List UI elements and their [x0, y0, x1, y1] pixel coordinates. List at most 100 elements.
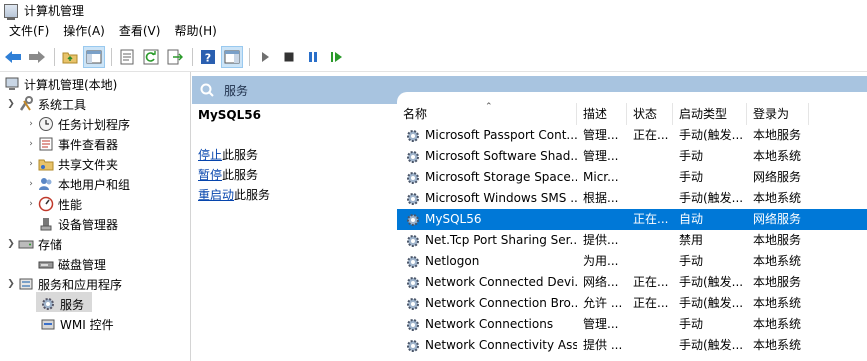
chevron-right-icon[interactable]: › — [24, 159, 38, 169]
cell-status — [627, 167, 673, 188]
restart-icon[interactable] — [326, 46, 348, 68]
cell-startup-type: 手动 — [679, 317, 704, 331]
stop-link[interactable]: 停止 — [198, 148, 222, 162]
chevron-right-icon[interactable]: › — [24, 199, 38, 209]
cell-startup-type: 手动(触发... — [679, 275, 744, 289]
column-header-status[interactable]: 状态 — [627, 103, 673, 125]
cell-log-on-as: 本地系统 — [753, 191, 802, 205]
computer-management-icon — [4, 3, 18, 20]
pause-link[interactable]: 暂停 — [198, 168, 222, 182]
cell-startup-type: 手动 — [679, 149, 704, 163]
forward-arrow-icon[interactable] — [26, 46, 48, 68]
tree-item-system-tools[interactable]: ❯ 系统工具 — [4, 94, 86, 114]
cell-status — [627, 146, 673, 167]
toolbar: ? — [0, 42, 867, 72]
menu-help[interactable]: 帮助(H) — [167, 21, 223, 42]
pause-service-action: 暂停此服务 — [198, 165, 391, 185]
computer-management-icon — [4, 76, 20, 92]
cell-log-on-as: 本地服务 — [753, 128, 802, 142]
chevron-right-icon[interactable]: › — [24, 139, 38, 149]
tree-item-local-users[interactable]: › 本地用户和组 — [24, 174, 130, 194]
column-header-log-on-as[interactable]: 登录为 — [747, 103, 809, 125]
cell-log-on-as: 本地系统 — [753, 338, 802, 352]
tree-item-task-scheduler[interactable]: › 任务计划程序 — [24, 114, 130, 134]
tree-item-performance[interactable]: › 性能 — [24, 194, 82, 214]
table-row[interactable]: Microsoft Storage Space... Micr... 手动 网络服务 — [397, 167, 867, 188]
cell-log-on-as: 本地系统 — [753, 149, 802, 163]
tree-item-wmi-control[interactable]: WMI 控件 — [40, 314, 114, 334]
tree-label: 设备管理器 — [58, 217, 119, 232]
tree-item-event-viewer[interactable]: › 事件查看器 — [24, 134, 118, 154]
cell-description: 提供 ... — [583, 338, 623, 352]
action-suffix: 此服务 — [222, 148, 259, 162]
chevron-right-icon[interactable]: › — [24, 119, 38, 129]
tree-item-root[interactable]: 计算机管理(本地) — [4, 74, 117, 94]
table-row[interactable]: Network Connectivity Ass... 提供 ... 手动(触发..… — [397, 335, 867, 356]
refresh-icon[interactable] — [140, 46, 162, 68]
wmi-icon — [40, 316, 56, 332]
cell-startup-type: 自动 — [679, 212, 704, 226]
chevron-right-icon[interactable]: › — [24, 179, 38, 189]
folder-up-icon[interactable] — [59, 46, 81, 68]
table-row[interactable]: Microsoft Passport Cont... 管理... 正在... 手动(触… — [397, 125, 867, 146]
service-gear-icon — [405, 149, 425, 165]
table-row[interactable]: Net.Tcp Port Sharing Ser... 提供... 禁用 本地服务 — [397, 230, 867, 251]
tree-item-disk-management[interactable]: 磁盘管理 — [38, 254, 106, 274]
navigation-tree: 计算机管理(本地) ❯ 系统工具 › 任务计划程序 › 事件查看器 › 共享文件… — [0, 72, 191, 361]
action-pane-icon[interactable] — [221, 45, 243, 68]
table-row[interactable]: Network Connected Devi... 网络... 正在... 手动(触发… — [397, 272, 867, 293]
console-tree-icon[interactable] — [83, 45, 105, 68]
pause-icon[interactable] — [302, 46, 324, 68]
cell-description: 网络... — [583, 275, 619, 289]
export-icon[interactable] — [164, 46, 186, 68]
cell-status — [627, 335, 673, 356]
stop-icon[interactable] — [278, 46, 300, 68]
table-row[interactable]: Microsoft Software Shad... 管理... 手动 本地系统 — [397, 146, 867, 167]
cell-description: 根据... — [583, 191, 619, 205]
table-row[interactable]: MySQL56 正在... 自动 网络服务 — [397, 209, 867, 230]
back-arrow-icon[interactable] — [2, 46, 24, 68]
tree-label: WMI 控件 — [60, 317, 114, 332]
tree-item-services[interactable]: 服务 — [40, 294, 84, 314]
cell-status — [627, 314, 673, 335]
svg-text:?: ? — [205, 51, 211, 64]
tree-label: 事件查看器 — [58, 137, 119, 152]
tree-item-shared-folders[interactable]: › 共享文件夹 — [24, 154, 118, 174]
cell-description: 管理... — [583, 317, 619, 331]
users-icon — [38, 176, 54, 192]
service-description-panel: MySQL56 停止此服务 暂停此服务 重启动此服务 — [192, 104, 397, 361]
column-header-description[interactable]: 描述 — [577, 103, 627, 125]
tree-label: 服务 — [60, 297, 85, 312]
column-header-name[interactable]: ⌃ 名称 — [397, 102, 577, 125]
tree-item-services-and-apps[interactable]: ❯ 服务和应用程序 — [4, 274, 122, 294]
cell-name: Net.Tcp Port Sharing Ser... — [397, 230, 577, 251]
table-row[interactable]: Network Connection Bro... 允许 ... 正在... 手动(触… — [397, 293, 867, 314]
cell-status — [627, 188, 673, 209]
table-row[interactable]: Netlogon 为用... 手动 本地系统 — [397, 251, 867, 272]
gear-icon — [40, 296, 56, 312]
restart-link[interactable]: 重启动 — [198, 188, 234, 202]
service-name-label: Microsoft Software Shad... — [425, 149, 577, 163]
table-row[interactable]: Network Connections 管理... 手动 本地系统 — [397, 314, 867, 335]
chevron-down-icon[interactable]: ❯ — [4, 239, 18, 249]
column-header-startup-type[interactable]: 启动类型 — [673, 103, 747, 125]
cell-status — [627, 251, 673, 272]
chevron-down-icon[interactable]: ❯ — [4, 99, 18, 109]
properties-icon[interactable] — [116, 46, 138, 68]
chevron-down-icon[interactable]: ❯ — [4, 279, 18, 289]
menu-view[interactable]: 查看(V) — [112, 21, 168, 42]
table-row[interactable]: Microsoft Windows SMS ... 根据... 手动(触发... 本地… — [397, 188, 867, 209]
clock-icon — [38, 116, 54, 132]
services-list: ⌃ 名称 描述 状态 启动类型 登录为 Microsoft Passport C… — [397, 92, 867, 361]
menu-action[interactable]: 操作(A) — [56, 21, 112, 42]
tree-label: 本地用户和组 — [58, 177, 131, 192]
cell-log-on-as: 本地系统 — [753, 317, 802, 331]
service-name-label: Network Connected Devi... — [425, 275, 577, 289]
tree-item-device-manager[interactable]: 设备管理器 — [38, 214, 118, 234]
play-icon[interactable] — [254, 46, 276, 68]
menu-file[interactable]: 文件(F) — [2, 21, 56, 42]
cell-startup-type: 手动 — [679, 254, 704, 268]
help-icon[interactable]: ? — [197, 46, 219, 68]
cell-log-on-as: 本地系统 — [753, 254, 802, 268]
tree-item-storage[interactable]: ❯ 存储 — [4, 234, 62, 254]
